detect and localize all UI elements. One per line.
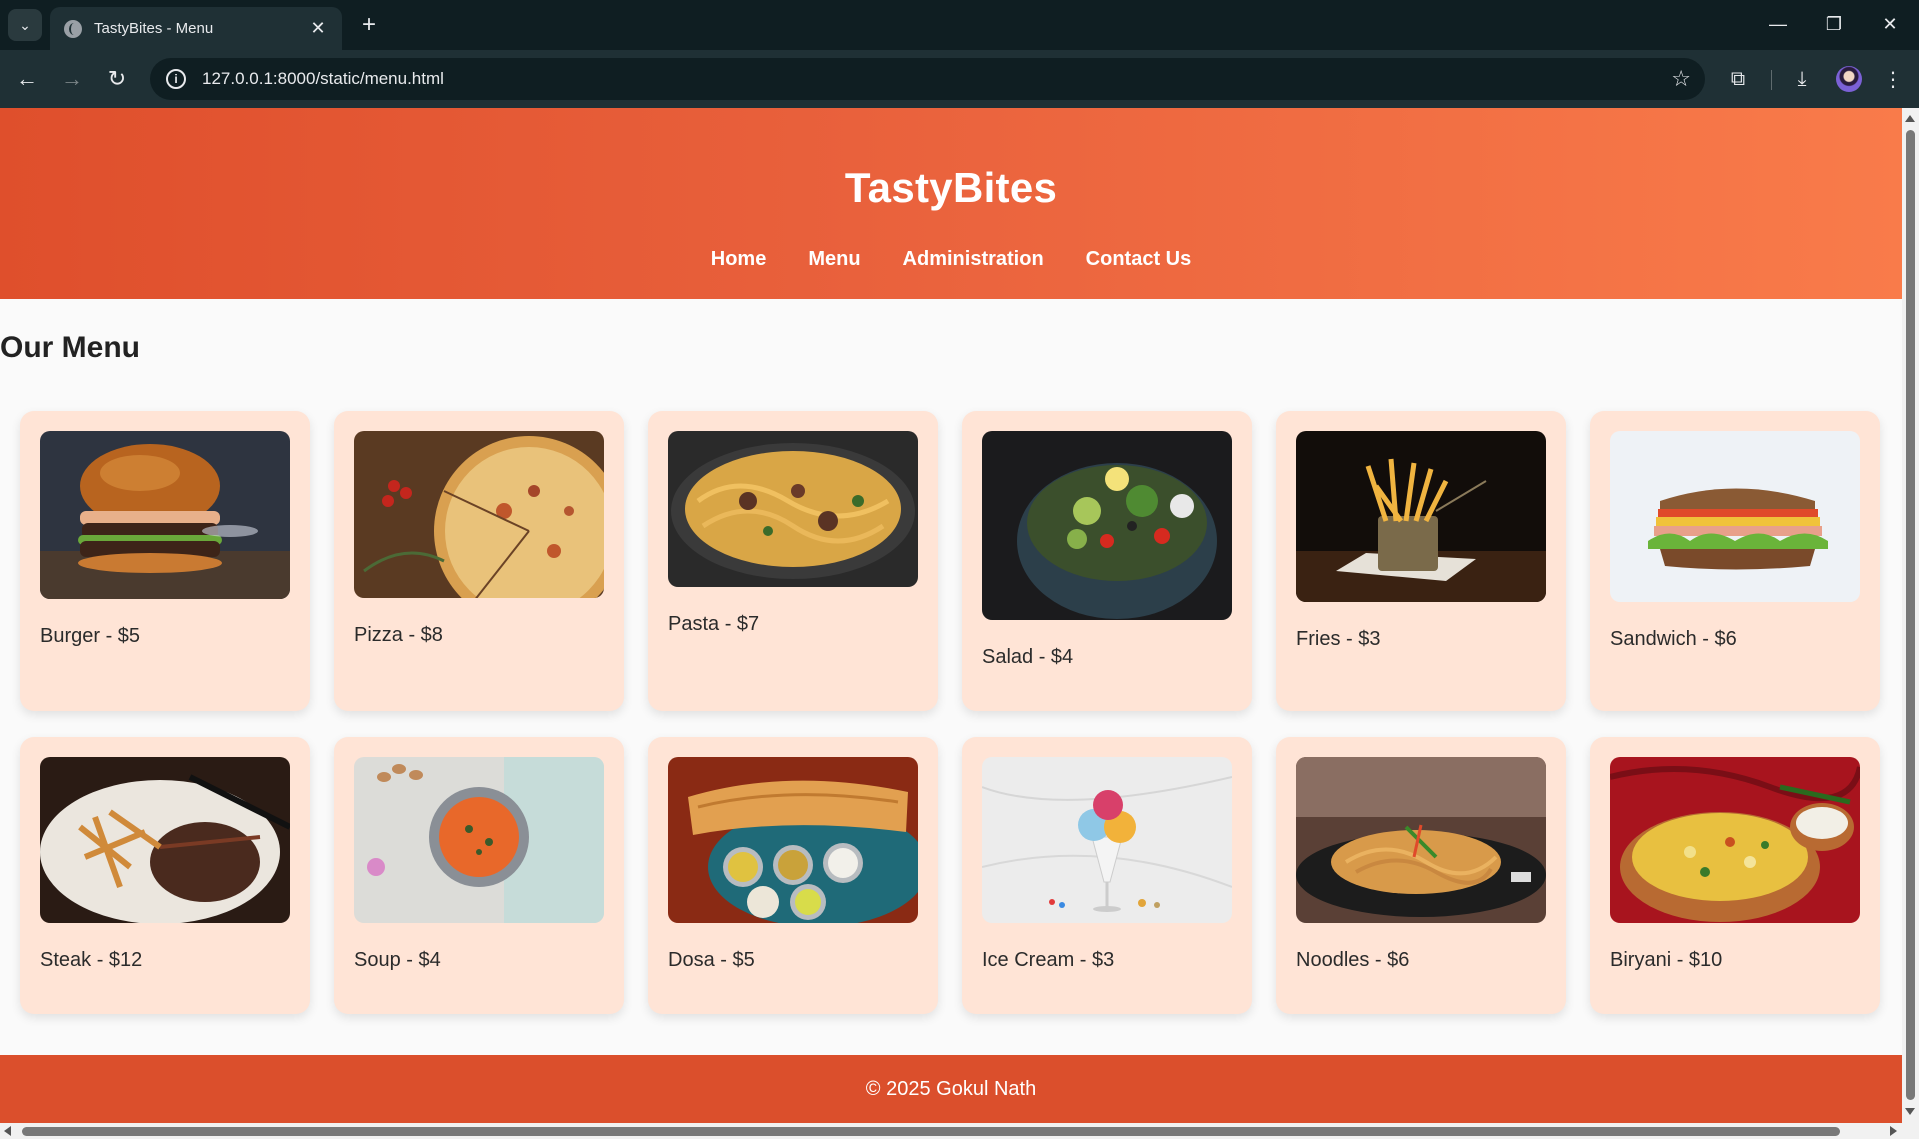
- menu-item-label: Noodles - $6: [1296, 949, 1410, 971]
- menu-card-fries: Fries - $3: [1276, 411, 1566, 711]
- page-viewport: TastyBites Home Menu Administration Cont…: [0, 108, 1902, 1123]
- menu-item-label: Biryani - $10: [1610, 949, 1723, 971]
- close-icon[interactable]: ✕: [1867, 6, 1913, 42]
- scroll-down-icon[interactable]: [1905, 1108, 1915, 1115]
- new-tab-button[interactable]: +: [354, 10, 384, 40]
- sandwich-image: [1610, 431, 1860, 602]
- minimize-icon[interactable]: —: [1755, 6, 1801, 42]
- pizza-image: [354, 431, 604, 598]
- site-nav: Home Menu Administration Contact Us: [0, 248, 1902, 271]
- noodles-image: [1296, 757, 1546, 923]
- footer-text: © 2025 Gokul Nath: [865, 1077, 1037, 1100]
- menu-card-sandwich: Sandwich - $6: [1590, 411, 1880, 711]
- nav-contact-link[interactable]: Contact Us: [1086, 248, 1192, 271]
- nav-menu-link[interactable]: Menu: [808, 248, 860, 271]
- menu-card-biryani: Biryani - $10: [1590, 737, 1880, 1014]
- reload-icon[interactable]: ↻: [101, 63, 133, 95]
- menu-card-noodles: Noodles - $6: [1276, 737, 1566, 1014]
- tab-search-icon[interactable]: ⌄: [8, 9, 42, 41]
- nav-home-link[interactable]: Home: [711, 248, 767, 271]
- site-header: TastyBites Home Menu Administration Cont…: [0, 108, 1902, 299]
- extensions-icon[interactable]: ⧉: [1722, 63, 1754, 95]
- menu-card-burger: Burger - $5: [20, 411, 310, 711]
- menu-card-pizza: Pizza - $8: [334, 411, 624, 711]
- scroll-left-icon[interactable]: [4, 1126, 11, 1136]
- download-icon[interactable]: ⤓: [1786, 63, 1818, 95]
- restore-icon[interactable]: ❐: [1811, 6, 1857, 42]
- star-icon[interactable]: ☆: [1671, 66, 1691, 92]
- menu-item-label: Sandwich - $6: [1610, 628, 1737, 650]
- menu-item-label: Ice Cream - $3: [982, 949, 1115, 971]
- tab-close-button[interactable]: ✕: [308, 18, 328, 39]
- browser-tab[interactable]: TastyBites - Menu ✕: [50, 7, 342, 50]
- horizontal-scroll-thumb[interactable]: [22, 1127, 1840, 1136]
- menu-card-salad: Salad - $4: [962, 411, 1252, 711]
- url-text[interactable]: 127.0.0.1:8000/static/menu.html: [202, 69, 1671, 89]
- browser-tab-bar: ⌄ TastyBites - Menu ✕ + — ❐ ✕: [0, 0, 1919, 50]
- menu-grid: Burger - $5 Pizza - $8 Pasta - $7 Salad …: [0, 411, 1902, 1014]
- salad-image: [982, 431, 1232, 620]
- menu-item-label: Pasta - $7: [668, 613, 760, 635]
- menu-item-label: Dosa - $5: [668, 949, 755, 971]
- menu-card-steak: Steak - $12: [20, 737, 310, 1014]
- kebab-menu-icon[interactable]: ⋮: [1877, 63, 1909, 95]
- tab-title: TastyBites - Menu: [94, 20, 214, 37]
- browser-toolbar: ← → ↻ i 127.0.0.1:8000/static/menu.html …: [0, 50, 1919, 108]
- menu-item-label: Burger - $5: [40, 625, 141, 647]
- globe-icon: [64, 19, 82, 38]
- scroll-right-icon[interactable]: [1890, 1126, 1897, 1136]
- back-icon[interactable]: ←: [11, 63, 43, 95]
- site-footer: © 2025 Gokul Nath: [0, 1055, 1902, 1123]
- menu-item-label: Salad - $4: [982, 646, 1074, 668]
- pasta-image: [668, 431, 918, 587]
- vertical-scroll-thumb[interactable]: [1906, 130, 1915, 1100]
- steak-image: [40, 757, 290, 923]
- horizontal-scrollbar[interactable]: [0, 1123, 1919, 1139]
- dosa-image: [668, 757, 918, 923]
- menu-item-label: Fries - $3: [1296, 628, 1381, 650]
- nav-administration-link[interactable]: Administration: [903, 248, 1044, 271]
- menu-item-label: Soup - $4: [354, 949, 441, 971]
- toolbar-divider: [1771, 70, 1772, 90]
- menu-heading: Our Menu: [0, 331, 140, 364]
- menu-card-pasta: Pasta - $7: [648, 411, 938, 711]
- menu-card-ice-cream: Ice Cream - $3: [962, 737, 1252, 1014]
- soup-image: [354, 757, 604, 923]
- forward-icon[interactable]: →: [56, 63, 88, 95]
- fries-image: [1296, 431, 1546, 602]
- menu-card-dosa: Dosa - $5: [648, 737, 938, 1014]
- profile-avatar[interactable]: [1836, 66, 1862, 92]
- info-icon[interactable]: i: [166, 69, 186, 89]
- vertical-scrollbar[interactable]: [1902, 108, 1919, 1123]
- burger-image: [40, 431, 290, 599]
- scroll-up-icon[interactable]: [1905, 115, 1915, 122]
- biryani-image: [1610, 757, 1860, 923]
- address-bar[interactable]: i 127.0.0.1:8000/static/menu.html ☆: [150, 58, 1705, 100]
- menu-item-label: Steak - $12: [40, 949, 143, 971]
- ice-cream-image: [982, 757, 1232, 923]
- site-title: TastyBites: [844, 164, 1058, 211]
- menu-card-soup: Soup - $4: [334, 737, 624, 1014]
- menu-item-label: Pizza - $8: [354, 624, 443, 646]
